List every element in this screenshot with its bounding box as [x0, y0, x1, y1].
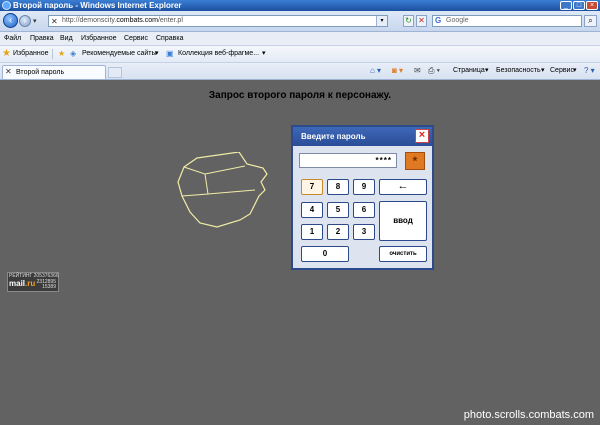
page-menu-button[interactable]: Страница [453, 63, 485, 79]
window-title: Второй пароль - Windows Internet Explore… [13, 1, 182, 10]
dialog-header: Введите пароль × [293, 127, 432, 146]
password-input[interactable]: **** [299, 153, 397, 168]
help-icon[interactable]: ? ▾ [584, 63, 595, 79]
tools-dropdown-icon[interactable]: ▾ [573, 63, 577, 79]
print-icon[interactable]: ⎙ ▾ [428, 63, 440, 79]
tab-second-password[interactable]: ✕ Второй пароль [2, 65, 106, 79]
security-dropdown-icon[interactable]: ▾ [541, 63, 545, 79]
tab-favicon-icon: ✕ [5, 67, 12, 76]
forward-button[interactable]: › [19, 15, 31, 27]
creature-outline-icon [177, 152, 268, 228]
key-4[interactable]: 4 [301, 202, 323, 218]
backspace-button[interactable]: ← [379, 179, 427, 195]
security-menu-button[interactable]: Безопасность [496, 63, 541, 79]
key-7[interactable]: 7 [301, 179, 323, 195]
home-icon[interactable]: ⌂ ▾ [370, 63, 381, 79]
key-5[interactable]: 5 [327, 202, 349, 218]
new-tab-button[interactable] [108, 67, 122, 78]
google-icon: G [435, 16, 442, 25]
key-1[interactable]: 1 [301, 224, 323, 240]
favorites-button[interactable]: Избранное [13, 46, 48, 62]
search-button[interactable]: ⌕ [584, 15, 597, 27]
menu-edit[interactable]: Правка [30, 32, 54, 45]
toggle-mask-button[interactable]: * [405, 152, 425, 170]
address-url[interactable]: http://demonscity.combats.com/enter.pl [62, 16, 183, 26]
back-button[interactable]: ‹ [3, 13, 18, 28]
key-0[interactable]: 0 [301, 246, 349, 262]
refresh-icon[interactable]: ↻ [403, 15, 414, 27]
search-input[interactable]: G Google [432, 15, 582, 27]
password-mask: **** [375, 156, 392, 165]
tab-title: Второй пароль [16, 69, 65, 76]
close-window-icon[interactable]: × [586, 1, 598, 10]
add-favorite-icon[interactable]: ★ [58, 49, 65, 59]
web-slice-icon: ▣ [166, 49, 174, 58]
history-dropdown-icon[interactable]: ▾ [33, 17, 37, 25]
window-title-bar: Второй пароль - Windows Internet Explore… [0, 0, 600, 11]
mailru-rating-badge[interactable]: РЕЙТИНГ 205376366 mail.ru 2312895 15389 [7, 272, 59, 292]
key-2[interactable]: 2 [327, 224, 349, 240]
favorites-separator [52, 49, 53, 59]
mailru-logo: mail.ru [9, 279, 36, 288]
maximize-icon[interactable]: □ [573, 1, 585, 10]
page-heading: Запрос второго пароля к персонажу. [208, 90, 392, 101]
watermark: photo.scrolls.combats.com [463, 409, 594, 421]
address-bar[interactable]: ✕ http://demonscity.combats.com/enter.pl… [48, 15, 388, 27]
web-slice-gallery-button[interactable]: Коллекция веб-фрагме... [178, 46, 259, 62]
mail-icon[interactable]: ✉ [414, 63, 421, 79]
suggested-sites-icon: ◈ [70, 49, 77, 58]
favorites-bar: ★ Избранное ★ ◈ Рекомендуемые сайты ▾ ▣ … [0, 46, 600, 63]
web-slice-dropdown-icon[interactable]: ▾ [262, 46, 266, 62]
enter-button[interactable]: ввод [379, 201, 427, 241]
key-6[interactable]: 6 [353, 202, 375, 218]
favorites-star-icon[interactable]: ★ [2, 48, 11, 59]
clear-button[interactable]: очистить [379, 246, 427, 262]
menu-view[interactable]: Вид [60, 32, 73, 45]
suggested-sites-button[interactable]: Рекомендуемые сайты [82, 46, 156, 62]
key-8[interactable]: 8 [327, 179, 349, 195]
page-dropdown-icon[interactable]: ▾ [485, 63, 489, 79]
menu-favorites[interactable]: Избранное [81, 32, 116, 45]
dialog-title: Введите пароль [301, 132, 366, 141]
key-9[interactable]: 9 [353, 179, 375, 195]
navigation-bar: ‹ › ▾ ✕ http://demonscity.combats.com/en… [0, 11, 600, 32]
menu-file[interactable]: Файл [4, 32, 21, 45]
minimize-icon[interactable]: _ [560, 1, 572, 10]
feeds-icon[interactable]: ◙ ▾ [392, 63, 403, 79]
key-3[interactable]: 3 [353, 224, 375, 240]
stop-icon[interactable]: ✕ [416, 15, 427, 27]
menu-help[interactable]: Справка [156, 32, 183, 45]
address-dropdown-icon[interactable]: ▾ [376, 16, 387, 26]
site-favicon-icon: ✕ [51, 17, 58, 26]
dialog-close-icon[interactable]: × [415, 129, 429, 143]
search-placeholder: Google [446, 17, 469, 24]
tools-menu-button[interactable]: Сервис [550, 63, 574, 79]
password-dialog: Введите пароль × **** * 7 8 9 ← 4 5 6 вв… [291, 125, 434, 270]
menu-tools[interactable]: Сервис [124, 32, 148, 45]
menu-bar: Файл Правка Вид Избранное Сервис Справка [0, 32, 600, 46]
rating-stats: 2312895 15389 [36, 279, 56, 290]
suggested-sites-dropdown-icon[interactable]: ▾ [155, 46, 159, 62]
ie-logo-icon [2, 1, 11, 10]
